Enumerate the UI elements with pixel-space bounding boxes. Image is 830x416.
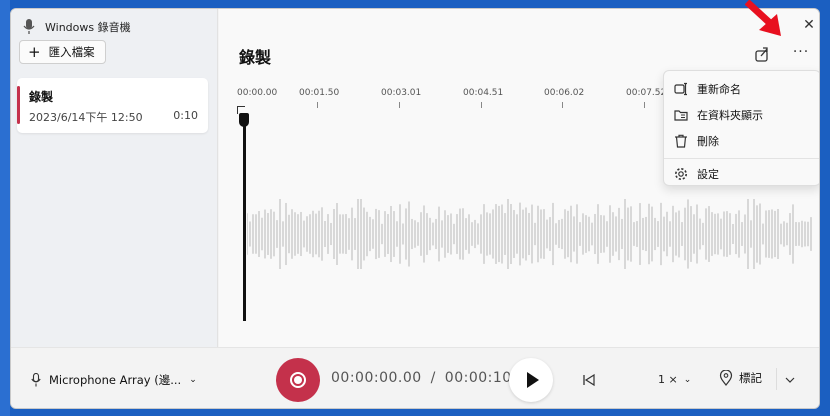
menu-item-settings[interactable]: 設定 (674, 163, 719, 185)
timeline-tick: 00:03.01 (381, 88, 422, 98)
sidebar: Windows 錄音機 + 匯入檔案 錄製 2023/6/14下午 12:50 … (11, 9, 218, 347)
menu-label: 重新命名 (697, 83, 741, 96)
timeline-tick: 00:06.02 (544, 88, 585, 98)
timeline-tick: 00:04.51 (463, 88, 504, 98)
microphone-name: Microphone Array (邊... (49, 373, 182, 387)
chevron-down-icon: ⌄ (683, 374, 692, 385)
location-pin-icon (719, 370, 733, 386)
microphone-icon (31, 373, 41, 387)
chevron-down-icon: ⌄ (189, 375, 197, 385)
annotation-arrow-icon (745, 0, 781, 36)
menu-label: 刪除 (697, 135, 719, 148)
play-icon (527, 372, 539, 388)
mic-app-icon (23, 19, 35, 34)
app-window: Windows 錄音機 + 匯入檔案 錄製 2023/6/14下午 12:50 … (10, 8, 820, 409)
share-icon[interactable] (751, 43, 773, 65)
playback-speed-selector[interactable]: 1 × ⌄ (658, 373, 691, 386)
recording-duration: 0:10 (173, 109, 198, 122)
chevron-down-icon[interactable] (783, 374, 797, 386)
transport-bar: Microphone Array (邊... ⌄ 00:00:00.00 / 0… (11, 347, 819, 408)
recording-date: 2023/6/14下午 12:50 (29, 111, 143, 124)
timeline-tick: 00:07.52 (626, 88, 667, 98)
menu-divider (664, 158, 819, 159)
page-title: 錄製 (239, 48, 272, 67)
tick-mark (562, 102, 563, 108)
tick-mark (644, 102, 645, 108)
add-marker-button[interactable]: 標記 (719, 370, 762, 386)
plus-icon: + (28, 43, 41, 61)
selected-indicator (17, 86, 20, 124)
playhead-line (243, 125, 246, 321)
record-dot-icon (294, 376, 302, 384)
menu-label: 設定 (697, 168, 719, 181)
tick-mark (399, 102, 400, 108)
tick-mark (317, 102, 318, 108)
waveform[interactable] (247, 199, 813, 269)
total-time: 00:00:10 (444, 370, 512, 386)
time-display: 00:00:00.00 / 00:00:10 (331, 370, 512, 386)
skip-back-icon[interactable] (581, 372, 597, 388)
trash-icon (675, 134, 687, 148)
more-options-button[interactable]: ··· (789, 43, 813, 65)
menu-item-delete[interactable]: 刪除 (674, 130, 719, 152)
folder-icon (674, 110, 688, 121)
desktop-edge (0, 0, 10, 416)
rename-icon (674, 82, 687, 96)
record-button[interactable] (276, 358, 320, 402)
speed-value: 1 × (658, 373, 678, 386)
elapsed-time: 00:00:00.00 (331, 370, 422, 386)
gear-icon (675, 168, 687, 180)
recording-list-item[interactable]: 錄製 2023/6/14下午 12:50 0:10 (17, 78, 208, 133)
menu-label: 在資料夾顯示 (697, 109, 763, 122)
menu-item-show-in-folder[interactable]: 在資料夾顯示 (674, 104, 763, 126)
play-button[interactable] (509, 358, 553, 402)
timeline-tick: 00:01.50 (299, 88, 340, 98)
marker-label: 標記 (739, 371, 762, 385)
divider (776, 368, 777, 390)
import-file-button[interactable]: + 匯入檔案 (19, 40, 106, 64)
context-menu: 重新命名 在資料夾顯示 刪除 設定 (663, 70, 819, 186)
title-bar: Windows 錄音機 (23, 17, 131, 37)
recording-title: 錄製 (29, 90, 54, 104)
app-title: Windows 錄音機 (45, 21, 131, 34)
tick-mark (481, 102, 482, 108)
import-label: 匯入檔案 (48, 45, 95, 59)
close-window-button[interactable]: ✕ (799, 15, 819, 35)
microphone-selector[interactable]: Microphone Array (邊... ⌄ (31, 372, 197, 388)
time-separator: / (430, 370, 436, 386)
menu-item-rename[interactable]: 重新命名 (674, 78, 741, 100)
timeline-tick: 00:00.00 (237, 88, 278, 98)
